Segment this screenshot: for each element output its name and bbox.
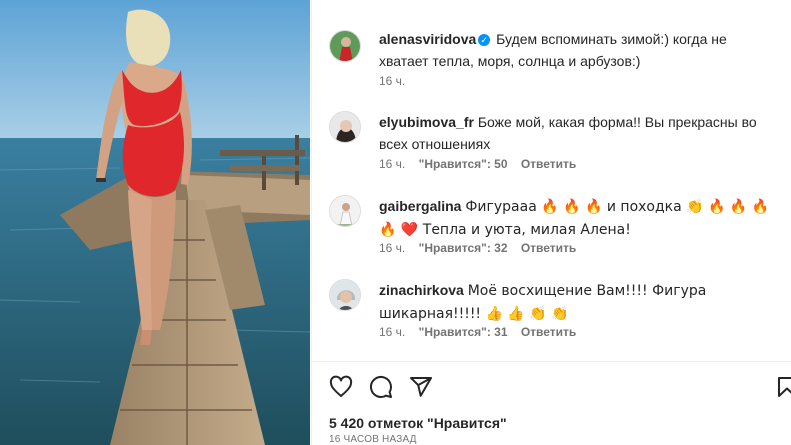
comment-username[interactable]: gaibergalina [379,198,461,214]
verified-badge-icon: ✓ [478,34,491,46]
post-photo[interactable] [0,0,310,445]
avatar[interactable] [329,195,361,227]
comment-time[interactable]: 16 ч. [379,325,405,339]
avatar-image [330,112,360,142]
avatar[interactable] [329,111,361,143]
reply-button[interactable]: Ответить [521,157,576,171]
reply-button[interactable]: Ответить [521,241,576,255]
share-icon[interactable] [409,375,433,399]
comment-likes-count[interactable]: "Нравится": 50 [419,157,508,171]
comment-username[interactable]: zinachirkova [379,282,464,298]
caption-username[interactable]: alenasviridova [379,31,476,47]
avatar[interactable] [329,30,361,62]
comment-time[interactable]: 16 ч. [379,157,405,171]
comments-panel: alenasviridova ✓ Будем вспоминать зимой:)… [311,0,791,445]
caption-time[interactable]: 16 ч. [379,74,405,88]
likes-count[interactable]: 5 420 отметок "Нравится" [329,415,507,431]
comment-icon[interactable] [369,375,393,399]
avatar-image [330,196,360,226]
comment-likes-count[interactable]: "Нравится": 31 [419,325,508,339]
reply-button[interactable]: Ответить [521,325,576,339]
action-bar [329,375,791,399]
avatar[interactable] [329,279,361,311]
avatar-image [330,280,360,310]
comment-likes-count[interactable]: "Нравится": 32 [419,241,508,255]
heart-icon[interactable] [329,375,353,399]
bookmark-icon[interactable] [775,375,791,399]
avatar-image [330,31,360,61]
photo-illustration [0,0,310,445]
comment-username[interactable]: elyubimova_fr [379,114,474,130]
actions-divider [312,361,791,362]
comment-time[interactable]: 16 ч. [379,241,405,255]
post-time-ago[interactable]: 16 ЧАСОВ НАЗАД [329,434,417,445]
